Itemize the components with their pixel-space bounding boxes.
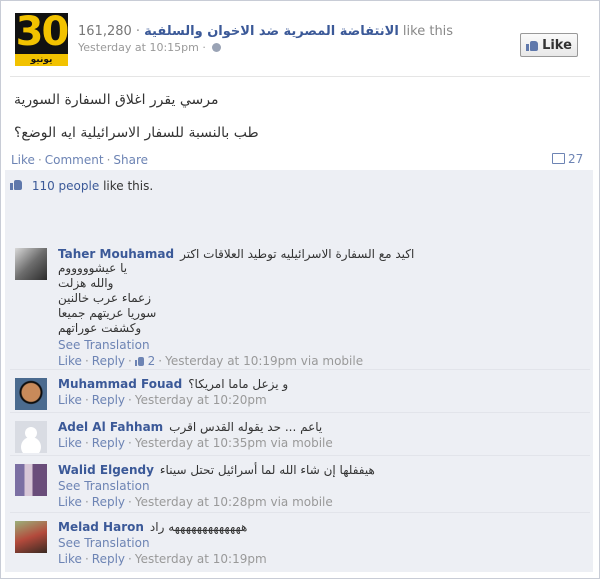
avatar[interactable] bbox=[15, 248, 47, 280]
avatar[interactable] bbox=[15, 464, 47, 496]
comment-timestamp[interactable]: Yesterday at 10:20pm bbox=[135, 393, 267, 407]
comment-reply-link[interactable]: Reply bbox=[92, 552, 125, 566]
comment-timestamp[interactable]: Yesterday at 10:19pm bbox=[135, 552, 267, 566]
comment-text: والله هزلت bbox=[58, 276, 114, 290]
comment-timestamp[interactable]: Yesterday at 10:28pm via mobile bbox=[135, 495, 333, 509]
avatar[interactable] bbox=[15, 378, 47, 410]
comment-like-link[interactable]: Like bbox=[58, 354, 82, 368]
logo-number: 30 bbox=[15, 13, 68, 55]
post-comment-link[interactable]: Comment bbox=[45, 153, 104, 167]
comment-text: سوريا عريتهم جميعا bbox=[58, 306, 157, 320]
comment-text: يا عيشوووووم bbox=[58, 261, 128, 275]
comment-author-link[interactable]: Walid Elgendy bbox=[58, 463, 154, 477]
comment-divider bbox=[10, 369, 590, 370]
post-timestamp[interactable]: Yesterday at 10:15pm bbox=[78, 41, 199, 54]
post-like-link[interactable]: Like bbox=[11, 153, 35, 167]
comment-list: Taher Mouhamad اكيد مع السفارة الاسرائيل… bbox=[5, 240, 593, 572]
logo-subtitle: يونيو bbox=[15, 54, 68, 66]
see-translation-link[interactable]: See Translation bbox=[58, 338, 590, 352]
comment-timestamp[interactable]: Yesterday at 10:35pm via mobile bbox=[135, 436, 333, 450]
page-avatar[interactable]: 30 يونيو bbox=[15, 13, 68, 66]
comment-divider bbox=[10, 512, 590, 513]
separator-dot: · bbox=[135, 24, 145, 39]
comment-like-link[interactable]: Like bbox=[58, 552, 82, 566]
comment-like-link[interactable]: Like bbox=[58, 393, 82, 407]
post-header: 161,280 · الانتفاضة المصرية ضد الاخوان و… bbox=[78, 24, 453, 39]
page-like-button[interactable]: Like bbox=[520, 33, 578, 57]
comment-author-link[interactable]: Muhammad Fouad bbox=[58, 377, 182, 391]
fan-count: 161,280 bbox=[78, 24, 132, 39]
comment-like-link[interactable]: Like bbox=[58, 436, 82, 450]
people-like-link[interactable]: 110 people bbox=[32, 179, 99, 193]
comment-text: هيففلها إن شاء الله لما أسرائيل تحتل سين… bbox=[159, 463, 375, 477]
header-divider bbox=[10, 76, 590, 77]
comment-count[interactable]: 27 bbox=[552, 152, 583, 166]
post-text-line-2: طب بالنسبة للسفار الاسرائيلية ايه الوضع؟ bbox=[14, 125, 259, 141]
thumbs-up-icon bbox=[10, 179, 22, 190]
globe-icon bbox=[212, 43, 222, 52]
thumbs-up-icon bbox=[134, 357, 144, 366]
comment-divider bbox=[10, 455, 590, 456]
likes-rest: like this. bbox=[103, 179, 154, 193]
comment-author-link[interactable]: Melad Haron bbox=[58, 520, 144, 534]
thumbs-up-icon bbox=[526, 40, 539, 51]
avatar[interactable] bbox=[15, 421, 47, 453]
page-name-link[interactable]: الانتفاضة المصرية ضد الاخوان والسلفية bbox=[144, 24, 399, 39]
comment-count-number: 27 bbox=[568, 152, 584, 166]
comment-text: اكيد مع السفارة الاسرائيليه توطيد العلاق… bbox=[180, 247, 415, 261]
comment-text: زعماء عرب خالنين bbox=[58, 291, 152, 305]
see-translation-link[interactable]: See Translation bbox=[58, 479, 590, 493]
comment-reply-link[interactable]: Reply bbox=[92, 393, 125, 407]
comment-timestamp[interactable]: Yesterday at 10:19pm via mobile bbox=[165, 354, 363, 368]
comment-reply-link[interactable]: Reply bbox=[92, 354, 125, 368]
post-share-link[interactable]: Share bbox=[113, 153, 148, 167]
comment-author-link[interactable]: Taher Mouhamad bbox=[58, 247, 174, 261]
likes-summary: 110 people like this. bbox=[10, 179, 153, 193]
comment-text: هههههههههههههه راد bbox=[149, 520, 248, 534]
avatar[interactable] bbox=[15, 521, 47, 553]
post-action-bar: Like · Comment · Share bbox=[11, 153, 149, 167]
comment-like-link[interactable]: Like bbox=[58, 495, 82, 509]
comment-text: وكشفت عوراتهم bbox=[58, 321, 142, 335]
comment-divider bbox=[10, 412, 590, 413]
page-like-label: Like bbox=[542, 37, 572, 53]
post-text-line-1: مرسي يقرر اغلاق السفارة السورية bbox=[14, 92, 219, 108]
post-meta: Yesterday at 10:15pm · bbox=[78, 41, 222, 54]
comment-text: ياعم ... حد يقوله القدس اقرب bbox=[169, 420, 323, 434]
comment-text: و يزعل ماما امريكا؟ bbox=[188, 377, 289, 391]
comment-bubble-icon bbox=[552, 153, 565, 164]
comment-reply-link[interactable]: Reply bbox=[92, 495, 125, 509]
comment-reply-link[interactable]: Reply bbox=[92, 436, 125, 450]
likes-this-text: like this bbox=[402, 24, 454, 39]
comment-author-link[interactable]: Adel Al Fahham bbox=[58, 420, 163, 434]
see-translation-link[interactable]: See Translation bbox=[58, 536, 590, 550]
